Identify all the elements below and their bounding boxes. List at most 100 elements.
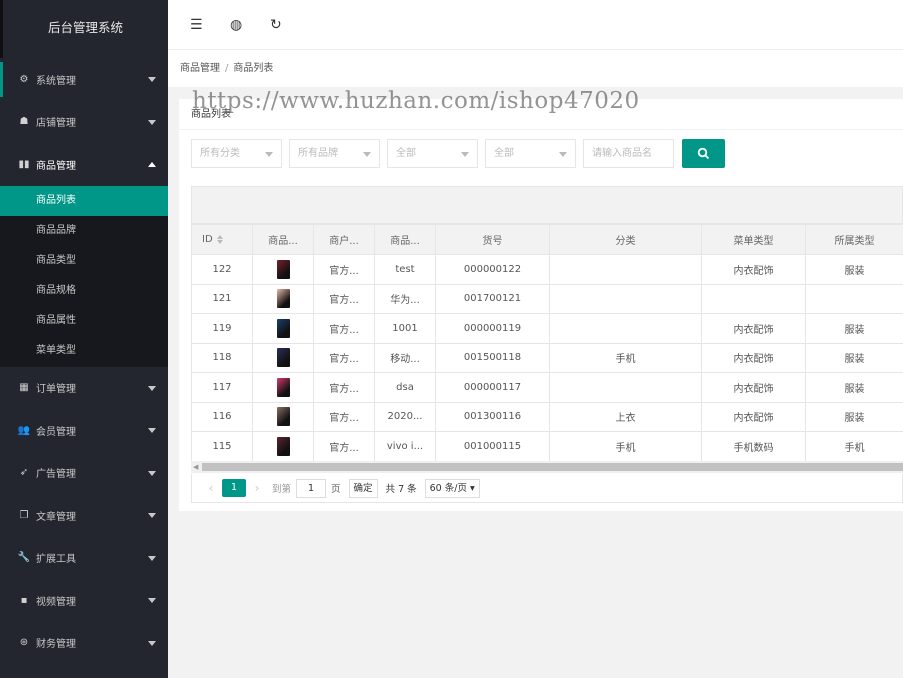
submenu-item-product-brand[interactable]: 商品品牌	[0, 216, 168, 246]
table-toolbar	[191, 186, 903, 224]
search-button[interactable]	[682, 138, 725, 168]
goto-label: 到第	[272, 484, 292, 495]
users-icon: 👥	[17, 424, 31, 436]
globe-icon[interactable]: ◍	[230, 13, 270, 37]
product-thumbnail[interactable]	[276, 436, 290, 456]
chevron-up-icon	[148, 162, 156, 167]
table-row[interactable]: 117 官方... dsa 000000117 内衣配饰 服装	[191, 372, 903, 403]
product-thumbnail[interactable]	[276, 348, 290, 368]
cell-merchant: 官方...	[313, 342, 375, 373]
type-select[interactable]: 全部	[485, 138, 576, 168]
category-select[interactable]: 所有分类	[191, 138, 282, 168]
cell-id: 117	[191, 372, 253, 403]
table-row[interactable]: 122 官方... test 000000122 内衣配饰 服装	[191, 254, 903, 285]
brand-select[interactable]: 所有品牌	[289, 138, 380, 168]
product-thumbnail[interactable]	[276, 377, 290, 397]
table-row[interactable]: 116 官方... 2020... 001300116 上衣 内衣配饰 服装	[191, 401, 903, 432]
submenu-item-product-spec[interactable]: 商品规格	[0, 276, 168, 306]
chevron-down-icon	[148, 428, 156, 434]
cell-category	[549, 283, 702, 314]
cell-id: 118	[191, 342, 253, 373]
caret-down-icon	[559, 151, 567, 157]
cell-merchant: 官方...	[313, 254, 375, 285]
document-icon: ❐	[19, 509, 29, 521]
product-list-card: 商品列表 所有分类 所有品牌 全部 全部 请输入商品名 ID 商品... 商户.…	[179, 99, 903, 511]
cell-name: 移动...	[374, 342, 436, 373]
next-page-icon[interactable]: ›	[248, 481, 266, 495]
table-row[interactable]: 119 官方... 1001 000000119 内衣配饰 服装	[191, 313, 903, 344]
sidebar-item-members[interactable]: 👥 会员管理	[0, 409, 168, 452]
column-header-merchant: 商户...	[313, 224, 375, 255]
submenu-item-menu-type[interactable]: 菜单类型	[0, 336, 168, 366]
cell-type: 服装	[805, 254, 903, 285]
table-row[interactable]: 121 官方... 华为... 001700121	[191, 283, 903, 314]
breadcrumb-parent[interactable]: 商品管理	[180, 63, 220, 74]
horizontal-scrollbar[interactable]: ◀	[191, 461, 903, 473]
page-size-select[interactable]: 60 条/页 ▾	[424, 478, 480, 498]
cell-name: vivo i...	[374, 431, 436, 462]
chevron-down-icon	[148, 119, 156, 125]
sidebar-item-tools[interactable]: 🔧 扩展工具	[0, 537, 168, 580]
caret-down-icon	[461, 151, 469, 157]
sidebar-item-products[interactable]: ▮▮ 商品管理	[0, 143, 168, 186]
sidebar-item-video[interactable]: ▪ 视频管理	[0, 579, 168, 622]
cell-category: 手机	[549, 431, 702, 462]
sidebar: 后台管理系统 ⚙ 系统管理 ☗ 店铺管理 ▮▮ 商品管理 商品列表 商品品牌 商…	[0, 0, 168, 678]
product-name-search-input[interactable]: 请输入商品名	[583, 138, 674, 168]
status-select[interactable]: 全部	[387, 138, 478, 168]
chevron-down-icon	[148, 555, 156, 561]
scroll-left-icon[interactable]: ◀	[193, 463, 198, 471]
brand-select-value: 所有品牌	[298, 147, 338, 159]
prev-page-icon[interactable]: ‹	[202, 481, 220, 495]
cell-name: 1001	[374, 313, 436, 344]
cell-merchant: 官方...	[313, 313, 375, 344]
goto-page-input[interactable]: 1	[296, 478, 327, 498]
chevron-down-icon	[148, 598, 156, 604]
menu-toggle-icon[interactable]: ☰	[190, 13, 230, 37]
product-thumbnail[interactable]	[276, 318, 290, 338]
cell-menu-type: 内衣配饰	[701, 372, 806, 403]
product-thumbnail[interactable]	[276, 407, 290, 427]
submenu-item-product-attr[interactable]: 商品属性	[0, 306, 168, 336]
table-row[interactable]: 115 官方... vivo i... 001000115 手机 手机数码 手机	[191, 431, 903, 462]
page-1-button[interactable]: 1	[222, 479, 246, 497]
sidebar-item-articles[interactable]: ❐ 文章管理	[0, 494, 168, 537]
cell-type: 手机	[805, 431, 903, 462]
rocket-icon: ➶	[19, 467, 29, 479]
goto-confirm-button[interactable]: 确定	[348, 478, 378, 498]
status-select-value: 全部	[396, 147, 416, 159]
sidebar-item-label: 系统管理	[36, 75, 76, 87]
cell-category: 手机	[549, 342, 702, 373]
product-thumbnail[interactable]	[276, 259, 290, 279]
cell-merchant: 官方...	[313, 431, 375, 462]
sort-icon[interactable]	[216, 234, 223, 244]
cell-id: 116	[191, 401, 253, 432]
page-unit-label: 页	[331, 484, 341, 495]
cell-menu-type	[701, 283, 806, 314]
column-header-type: 所属类型	[805, 224, 903, 255]
sidebar-item-ads[interactable]: ➶ 广告管理	[0, 452, 168, 495]
sidebar-item-system[interactable]: ⚙ 系统管理	[0, 58, 168, 101]
scrollbar-thumb[interactable]	[202, 463, 903, 471]
refresh-icon[interactable]: ↻	[270, 13, 310, 37]
submenu-item-product-type[interactable]: 商品类型	[0, 246, 168, 276]
submenu-products: 商品列表 商品品牌 商品类型 商品规格 商品属性 菜单类型	[0, 185, 168, 367]
sidebar-item-shop[interactable]: ☗ 店铺管理	[0, 101, 168, 144]
cell-sku: 001700121	[435, 283, 550, 314]
breadcrumb-separator: /	[225, 63, 229, 74]
caret-down-icon	[363, 151, 371, 157]
sidebar-item-orders[interactable]: ▦ 订单管理	[0, 367, 168, 410]
column-header-name: 商品...	[374, 224, 436, 255]
cell-type: 服装	[805, 372, 903, 403]
submenu-item-product-list[interactable]: 商品列表	[0, 185, 168, 216]
chevron-down-icon	[148, 640, 156, 646]
cell-type: 服装	[805, 313, 903, 344]
table-header-row: ID 商品... 商户... 商品... 货号 分类 菜单类型 所属类型	[191, 224, 903, 255]
product-table: ID 商品... 商户... 商品... 货号 分类 菜单类型 所属类型 122…	[191, 224, 903, 462]
product-thumbnail[interactable]	[276, 289, 290, 309]
card-title: 商品列表	[179, 99, 903, 130]
sidebar-item-finance[interactable]: ⊛ 财务管理	[0, 622, 168, 665]
column-header-id[interactable]: ID	[191, 224, 253, 255]
cell-sku: 000000119	[435, 313, 550, 344]
table-row[interactable]: 118 官方... 移动... 001500118 手机 内衣配饰 服装	[191, 342, 903, 373]
